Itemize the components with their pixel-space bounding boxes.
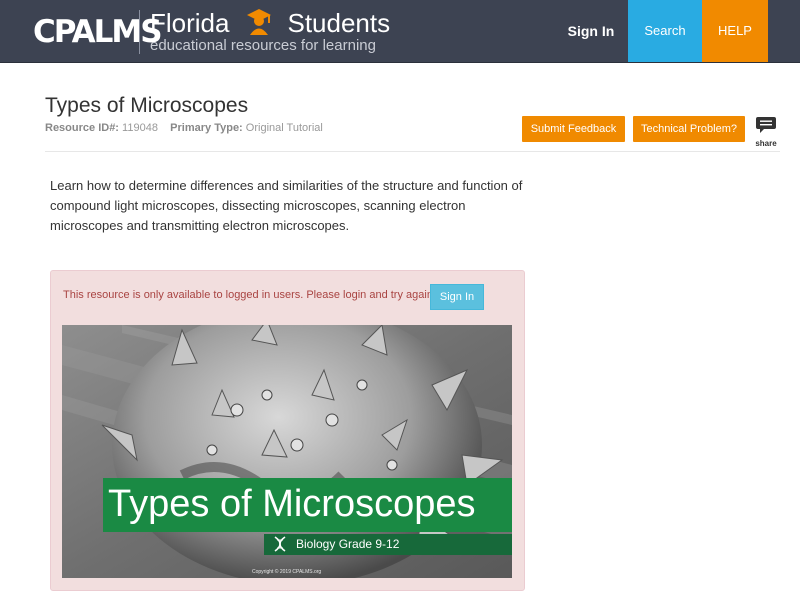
title-divider (45, 151, 780, 152)
tutorial-thumbnail[interactable]: Types of Microscopes Biology Grade 9-12 … (62, 325, 512, 578)
login-required-alert: This resource is only available to logge… (50, 270, 525, 591)
nav-help-button[interactable]: HELP (702, 0, 768, 62)
speech-bubble-icon (756, 117, 776, 133)
dna-icon (272, 536, 288, 557)
thumbnail-title-band: Types of Microscopes (103, 478, 512, 532)
brand-divider (139, 10, 140, 54)
site-header: CPALMS Florida Students educational resou… (0, 0, 800, 63)
primary-type-value: Original Tutorial (245, 122, 323, 134)
cpalms-logo[interactable]: CPALMS (33, 14, 163, 50)
share-label: share (755, 139, 777, 148)
resource-meta: Resource ID#: 119048 Primary Type: Origi… (45, 121, 323, 135)
nav-signin-link[interactable]: Sign In (555, 0, 627, 62)
alert-message: This resource is only available to logge… (63, 289, 436, 301)
resource-id-value: 119048 (122, 122, 158, 134)
thumbnail-title: Types of Microscopes (108, 483, 476, 525)
brand-title-florida: Florida (150, 8, 230, 38)
resource-description: Learn how to determine differences and s… (50, 178, 523, 233)
thumbnail-copyright: Copyright © 2019 CPALMS.org (252, 569, 322, 575)
technical-problem-button[interactable]: Technical Problem? (633, 116, 745, 142)
alert-signin-button[interactable]: Sign In (430, 284, 484, 310)
brand-title-students: Students (287, 8, 391, 38)
share-button[interactable]: share (755, 117, 777, 148)
brand-subtitle: educational resources for learning (150, 37, 376, 54)
primary-type-label: Primary Type: (170, 122, 243, 134)
thumbnail-subtitle: Biology Grade 9-12 (296, 537, 400, 551)
submit-feedback-button[interactable]: Submit Feedback (522, 116, 625, 142)
thumbnail-subtitle-band: Biology Grade 9-12 (264, 534, 512, 555)
page-title: Types of Microscopes (45, 94, 249, 117)
resource-id-label: Resource ID#: (45, 122, 119, 134)
nav-search-button[interactable]: Search (628, 0, 702, 62)
